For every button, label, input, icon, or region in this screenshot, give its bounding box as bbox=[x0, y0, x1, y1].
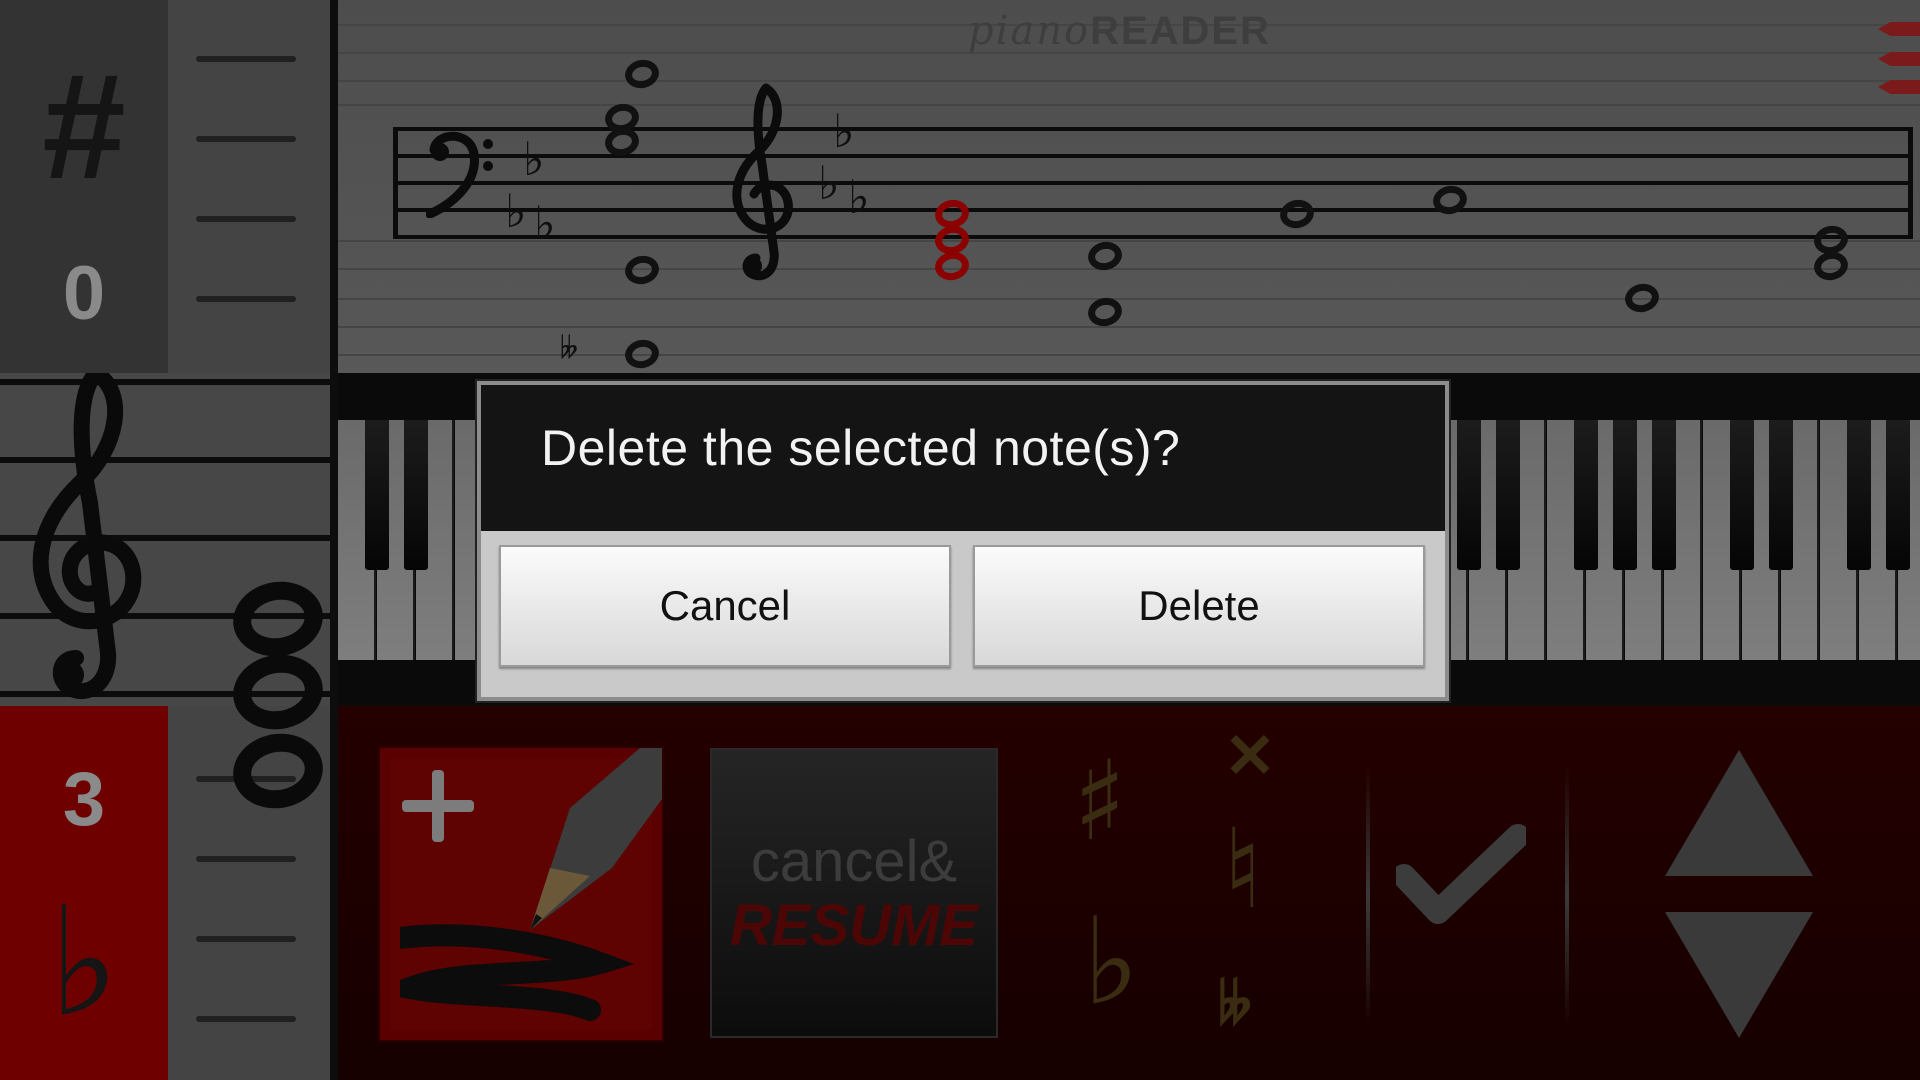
ledger-dash bbox=[196, 56, 296, 62]
black-key[interactable] bbox=[404, 420, 428, 570]
app-logo: pianoREADER bbox=[968, 8, 1271, 54]
faint-line bbox=[338, 268, 1920, 270]
staff-line bbox=[393, 208, 1913, 212]
note[interactable] bbox=[1430, 182, 1470, 218]
black-key[interactable] bbox=[1730, 420, 1754, 570]
pencil-icon bbox=[400, 748, 662, 1021]
bass-clef-icon bbox=[426, 131, 493, 218]
barline-end bbox=[1908, 127, 1913, 239]
note[interactable] bbox=[622, 252, 662, 288]
black-key[interactable] bbox=[1886, 420, 1910, 570]
black-key[interactable] bbox=[1847, 420, 1871, 570]
ledger-dash bbox=[196, 136, 296, 142]
sharp-icon: # bbox=[42, 42, 126, 210]
key-signature-sharps[interactable]: # 0 bbox=[0, 0, 168, 373]
toolbar-divider bbox=[1565, 766, 1569, 1026]
score-view[interactable]: pianoREADER ♭ ♭ ♭ 𝄫 ♭ ♭ ♭ bbox=[338, 0, 1920, 373]
cancel-resume-button[interactable]: cancel& RESUME bbox=[710, 748, 998, 1038]
flat-icon: ♭ bbox=[523, 132, 545, 186]
black-key[interactable] bbox=[1574, 420, 1598, 570]
ledger-dash bbox=[196, 1016, 296, 1022]
staff-line bbox=[393, 235, 1913, 239]
dialog-title: Delete the selected note(s)? bbox=[541, 420, 1181, 476]
cancel-resume-label-bottom: RESUME bbox=[729, 893, 979, 958]
double-flat-button[interactable]: 𝄫 bbox=[1218, 976, 1252, 1032]
logo-caps: READER bbox=[1090, 9, 1271, 53]
note[interactable] bbox=[622, 336, 662, 372]
flat-icon: ♭ bbox=[818, 156, 840, 210]
left-panel: # 0 3 ♭ bbox=[0, 0, 338, 1080]
flat-count: 3 bbox=[62, 757, 106, 842]
cancel-button[interactable]: Cancel bbox=[499, 545, 951, 667]
black-key[interactable] bbox=[1769, 420, 1793, 570]
black-key[interactable] bbox=[1496, 420, 1520, 570]
double-flat-icon: 𝄫 bbox=[560, 331, 579, 366]
delete-confirm-dialog: Delete the selected note(s)? Cancel Dele… bbox=[477, 381, 1449, 701]
arrow-up-icon[interactable] bbox=[1665, 750, 1813, 876]
cancel-resume-label-top: cancel& bbox=[750, 829, 958, 894]
key-signature-flats[interactable]: 3 ♭ bbox=[0, 706, 168, 1080]
faint-line bbox=[338, 298, 1920, 300]
checkmark-icon[interactable] bbox=[1396, 824, 1526, 934]
flat-button[interactable]: ♭ bbox=[1083, 902, 1140, 1022]
note[interactable] bbox=[1277, 196, 1317, 232]
arrow-down-icon[interactable] bbox=[1665, 912, 1813, 1038]
black-key[interactable] bbox=[1457, 420, 1481, 570]
flat-icon: ♭ bbox=[848, 170, 870, 224]
flat-icon: ♭ bbox=[534, 196, 556, 250]
faint-line bbox=[338, 104, 1920, 106]
sharp-button[interactable]: ♯ bbox=[1073, 746, 1126, 856]
faint-line bbox=[338, 240, 1920, 242]
natural-button[interactable]: ♮ bbox=[1223, 814, 1262, 924]
faint-line bbox=[338, 80, 1920, 82]
treble-clef-icon bbox=[732, 83, 793, 281]
note[interactable] bbox=[1811, 248, 1851, 284]
note[interactable] bbox=[1622, 280, 1662, 316]
black-key[interactable] bbox=[1652, 420, 1676, 570]
faint-line bbox=[338, 326, 1920, 328]
double-sharp-button[interactable]: ✕ bbox=[1224, 726, 1276, 788]
ledger-dash bbox=[196, 936, 296, 942]
panel-divider bbox=[330, 0, 338, 1080]
ledger-dash bbox=[196, 296, 296, 302]
dialog-header: Delete the selected note(s)? bbox=[481, 385, 1445, 531]
staff-line bbox=[393, 181, 1913, 185]
black-key[interactable] bbox=[1613, 420, 1637, 570]
sharp-count: 0 bbox=[62, 251, 106, 336]
note[interactable] bbox=[622, 56, 662, 92]
flat-icon: ♭ bbox=[505, 184, 527, 238]
ledger-dash bbox=[196, 216, 296, 222]
logo-script: piano bbox=[968, 8, 1091, 54]
toolbar-divider bbox=[1366, 766, 1370, 1026]
dialog-button-bar: Cancel Delete bbox=[481, 531, 1445, 697]
selected-note[interactable] bbox=[932, 248, 972, 284]
black-key[interactable] bbox=[365, 420, 389, 570]
menu-tab[interactable] bbox=[1878, 52, 1920, 66]
ledger-dash bbox=[196, 856, 296, 862]
delete-button[interactable]: Delete bbox=[973, 545, 1425, 667]
flat-icon: ♭ bbox=[833, 104, 855, 158]
editing-toolbar: cancel& RESUME ♯ ♭ ✕ ♮ 𝄫 bbox=[338, 706, 1920, 1080]
add-note-button[interactable] bbox=[378, 746, 664, 1042]
menu-tab[interactable] bbox=[1878, 80, 1920, 94]
barline-start bbox=[393, 127, 398, 239]
flat-icon: ♭ bbox=[48, 876, 120, 1050]
treble-clef-icon bbox=[32, 373, 142, 700]
